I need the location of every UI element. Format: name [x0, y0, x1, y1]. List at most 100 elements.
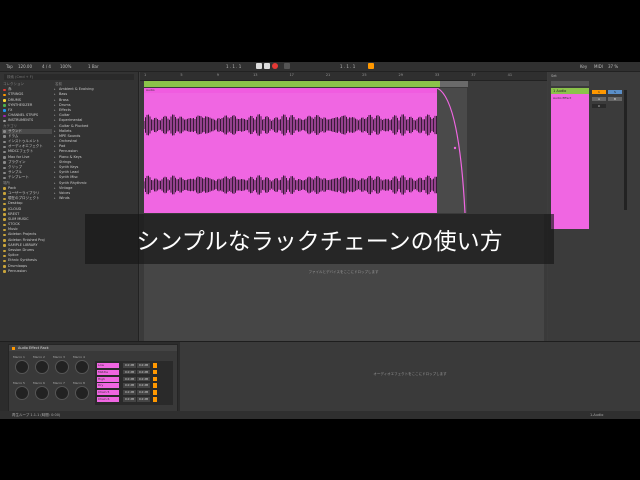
tempo-field[interactable]: 120.00	[18, 64, 32, 69]
color-tag-icon	[3, 114, 6, 118]
place-label: Drumloops	[8, 263, 28, 268]
tap-button[interactable]: Tap	[6, 64, 13, 69]
status-text: 再生ループ 1.1.1 (時間: 0:00)	[12, 413, 61, 417]
collection-label: 赤	[8, 87, 12, 92]
chain-value[interactable]: 0.0 dB	[137, 363, 150, 368]
key-button[interactable]: Key	[580, 64, 587, 69]
macro-knob[interactable]	[35, 386, 49, 400]
category-label: プラグイン	[8, 159, 26, 164]
chain-row[interactable]: High 0.0 dB 0.0 dB	[97, 376, 171, 383]
rack-title: Audio Effect Rack	[18, 346, 49, 350]
send-a-knob[interactable]: A	[592, 97, 606, 101]
categories-list: サウンド ドラム インストゥルメント オーディオエフェクト MIDIエフェクト Max f…	[2, 128, 52, 181]
chain-activator-icon[interactable]	[153, 369, 157, 375]
selected-track-label: 1-Audio	[590, 413, 604, 417]
chain-value[interactable]: 0.0 dB	[123, 397, 136, 402]
rack-title-bar: Audio Effect Rack	[9, 345, 177, 351]
macro-label: Macro 1	[13, 355, 25, 359]
track-title-strip	[551, 81, 589, 86]
track-activator-button[interactable]: 1	[592, 90, 606, 94]
audio-clip[interactable]	[144, 93, 437, 213]
audio-effect-rack[interactable]: Audio Effect Rack Low 0.0 dB 0.0 dB Middle 0…	[8, 344, 178, 412]
folder-icon	[3, 202, 6, 206]
chain-row[interactable]: Middle 0.0 dB 0.0 dB	[97, 369, 171, 376]
play-icon[interactable]	[256, 63, 262, 69]
chain-activator-icon[interactable]	[153, 397, 157, 402]
loop-brace[interactable]	[144, 81, 440, 87]
quantize-menu[interactable]: 1 Bar	[88, 64, 99, 69]
chain-value[interactable]: 0.0 dB	[123, 376, 136, 382]
waveform	[144, 114, 437, 195]
chain-value[interactable]: 0.0 dB	[137, 369, 150, 375]
category-icon	[3, 166, 6, 169]
bar-number: 21	[325, 73, 331, 77]
record-icon[interactable]	[272, 63, 278, 69]
device-drop-area[interactable]: オーディオエフェクトをここにドロップします	[180, 342, 640, 412]
chain-row[interactable]: Dry 0.0 dB 0.0 dB	[97, 383, 171, 389]
bar-number: 33	[434, 73, 440, 77]
place-item[interactable]: Percussion	[2, 269, 52, 274]
position-field[interactable]: 1 . 1 . 1	[226, 64, 241, 69]
macro-knob[interactable]	[35, 360, 49, 374]
track-lane-clip[interactable]: Audio Effect	[551, 94, 589, 229]
loop-region-end	[440, 81, 468, 87]
macro-knob[interactable]	[75, 386, 89, 400]
volume-field[interactable]: 0	[592, 104, 606, 108]
color-tag-icon	[3, 93, 6, 97]
chain-activator-icon[interactable]	[153, 376, 157, 382]
set-label: Set	[551, 74, 557, 78]
bar-number: 9	[216, 73, 219, 77]
chain-activator-icon[interactable]	[153, 363, 157, 368]
chain-value[interactable]: 0.0 dB	[137, 390, 150, 395]
place-label: STOCK	[8, 222, 20, 227]
macro-knob[interactable]	[55, 360, 69, 374]
place-label: KREST	[8, 211, 20, 216]
time-signature[interactable]: 4 / 4	[42, 64, 51, 69]
overdub-icon[interactable]	[284, 63, 290, 69]
waveform-channel-1	[144, 114, 437, 136]
chain-value[interactable]: 0.0 dB	[123, 390, 136, 395]
category-label: オーディオエフェクト	[8, 144, 43, 149]
folder-icon	[3, 187, 6, 190]
chain-value[interactable]: 0.0 dB	[123, 369, 136, 375]
chain-activator-icon[interactable]	[153, 390, 157, 395]
category-label: インストゥルメント	[8, 139, 40, 144]
macro-knob[interactable]	[15, 360, 29, 374]
chain-row[interactable]: Chain 6 0.0 dB 0.0 dB	[97, 397, 171, 403]
chain-name: Chain 6	[97, 397, 119, 402]
bar-number: 13	[253, 73, 258, 77]
chain-value[interactable]: 0.0 dB	[137, 383, 150, 388]
chain-row[interactable]: Chain 5 0.0 dB 0.0 dB	[97, 390, 171, 396]
loop-switch-icon[interactable]	[368, 63, 374, 69]
color-tag-icon	[3, 104, 6, 107]
category-icon	[3, 140, 6, 144]
clip-fade-area	[436, 87, 467, 214]
chain-value[interactable]: 0.0 dB	[123, 363, 136, 368]
macro-label: Macro 6	[33, 381, 45, 385]
midi-button[interactable]: MIDI	[594, 64, 603, 69]
loop-position[interactable]: 1 . 1 . 1	[340, 64, 355, 69]
device-power-icon[interactable]	[12, 346, 15, 350]
macro-knob[interactable]	[75, 360, 89, 374]
macro-knob[interactable]	[55, 386, 69, 400]
color-tag-icon	[3, 88, 6, 92]
chain-row[interactable]: Low 0.0 dB 0.0 dB	[97, 363, 171, 369]
browser-item[interactable]: Winds	[54, 196, 136, 201]
cpu-meter: 37 %	[608, 64, 619, 69]
macro-knob[interactable]	[15, 386, 29, 400]
beat-ruler[interactable]: 1 5 9 13 17 21 25 29 33 37 41	[140, 72, 547, 81]
send-b-knob[interactable]: B	[608, 97, 622, 101]
chain-activator-icon[interactable]	[153, 383, 157, 388]
place-label: Music	[8, 227, 18, 232]
bar-number: 5	[180, 73, 183, 77]
chain-value[interactable]: 0.0 dB	[123, 383, 136, 388]
collection-label: SYNTHESIZER	[8, 102, 33, 107]
transport-bar: Tap 120.00 4 / 4 1 Bar 1 . 1 . 1 1 . 1 .…	[0, 62, 640, 72]
chain-value[interactable]: 0.0 dB	[137, 376, 150, 382]
stop-icon[interactable]	[264, 63, 270, 69]
browser-search-input[interactable]: 検索 (Cmd + F)	[4, 74, 134, 80]
chain-value[interactable]: 0.0 dB	[137, 397, 150, 402]
category-label: ドラム	[8, 133, 19, 138]
category-icon	[3, 135, 6, 138]
solo-button[interactable]: S	[608, 90, 622, 94]
